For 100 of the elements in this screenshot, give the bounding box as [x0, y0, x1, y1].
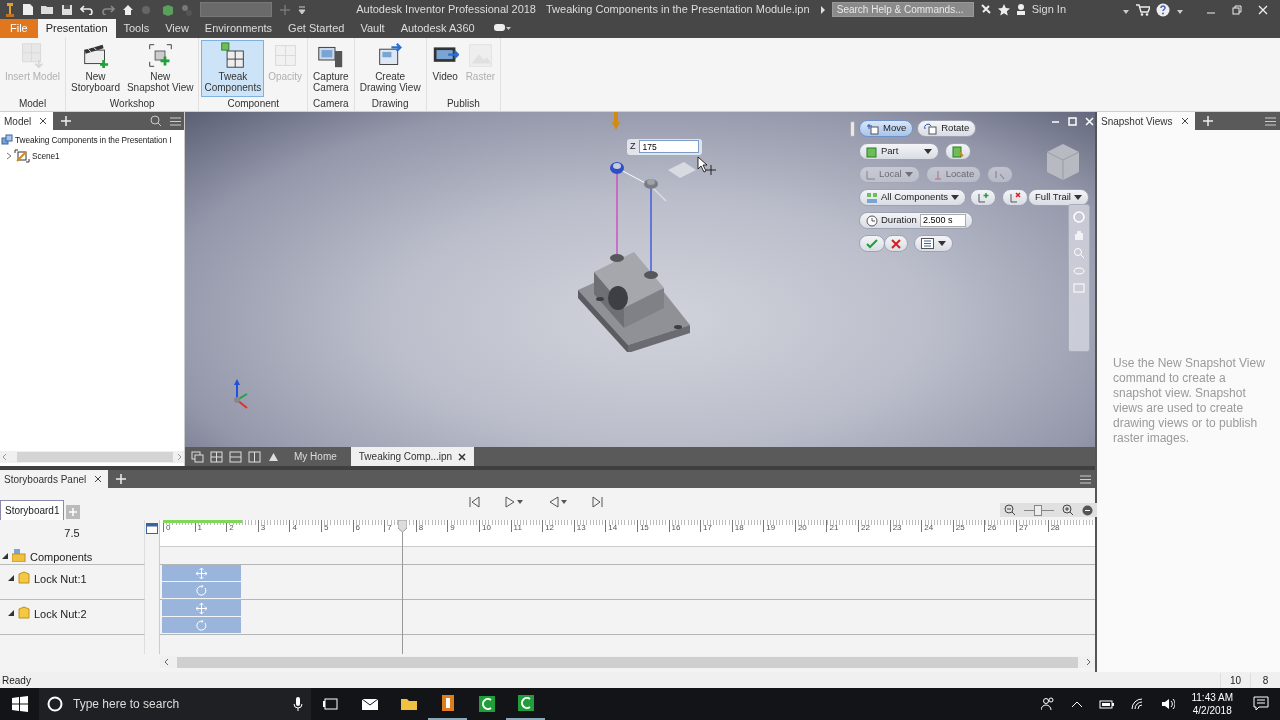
scrollbar-thumb[interactable] [177, 656, 1078, 668]
search-icon[interactable] [150, 115, 162, 127]
mode-button[interactable]: Move [859, 120, 914, 137]
search-field[interactable]: Type here to search [71, 694, 285, 714]
track-label[interactable]: Lock Nut:2 [34, 606, 87, 623]
time-ruler[interactable]: 0 1 2 3 4 5 6 7 8 9 10 11 12 13 14 15 16 17 18 19 20 21 22 23 24 25 26 27 28 [160, 520, 1095, 546]
cortana-icon[interactable] [47, 696, 63, 712]
volume-icon[interactable] [1161, 698, 1176, 710]
ribbon-tab[interactable]: Vault [352, 19, 393, 38]
help-icon[interactable] [1156, 2, 1170, 17]
ribbon-button[interactable]: Tweak Components [201, 40, 265, 97]
ribbon-button[interactable]: Video [428, 40, 462, 97]
ribbon-button[interactable]: New Snapshot View [123, 40, 197, 97]
mail-icon[interactable] [361, 696, 378, 712]
people-icon[interactable] [1041, 697, 1056, 711]
scroll-left-icon[interactable] [164, 658, 169, 666]
delete-trail-button[interactable] [1002, 189, 1029, 206]
scroll-right-icon[interactable] [1086, 658, 1091, 666]
folder-icon[interactable] [400, 696, 417, 712]
scrollbar-thumb[interactable] [17, 452, 173, 462]
ok-button[interactable] [859, 235, 885, 252]
app-icon[interactable] [478, 696, 495, 712]
calendar-icon[interactable] [146, 522, 158, 534]
cart-icon[interactable] [1136, 3, 1150, 16]
save-icon[interactable] [61, 3, 73, 16]
star-icon[interactable] [997, 3, 1010, 16]
caret-up-icon[interactable] [1071, 700, 1084, 708]
playhead-handle-icon[interactable] [398, 520, 407, 532]
collapse-icon[interactable] [1082, 504, 1093, 516]
ribbon-tab[interactable]: Environments [196, 19, 281, 38]
duration-control[interactable]: Duration 2.500 s [859, 212, 973, 229]
ribbon-button[interactable]: Capture Camera [310, 40, 352, 97]
arrange-up-icon[interactable] [267, 450, 280, 463]
zoom-in-icon[interactable] [1062, 504, 1074, 516]
menu-icon[interactable] [170, 116, 181, 126]
toggle-icon[interactable] [492, 23, 511, 33]
zoom-out-icon[interactable] [1004, 504, 1016, 516]
collapse-arrow-icon[interactable] [8, 610, 14, 616]
app-icon[interactable] [517, 695, 534, 711]
track-label[interactable]: Lock Nut:1 [34, 571, 87, 588]
ribbon-button[interactable]: New Storyboard [68, 40, 123, 97]
components-dropdown[interactable]: All Components [859, 189, 967, 206]
reverse-play-icon[interactable] [548, 496, 568, 508]
ribbon-tab[interactable]: Tools [115, 19, 158, 38]
cascade-icon[interactable] [191, 450, 204, 463]
task-view-icon[interactable] [322, 696, 339, 712]
ribbon-tab[interactable]: View [157, 19, 197, 38]
clock-time[interactable]: 11:43 AM [1191, 691, 1233, 704]
clock-date[interactable]: 4/2/2018 [1191, 704, 1233, 717]
collapse-arrow-icon[interactable] [8, 575, 14, 581]
expand-arrow-icon[interactable] [819, 5, 826, 14]
ribbon-tab[interactable]: Presentation [37, 19, 116, 38]
duration-field[interactable]: 2.500 s [919, 214, 966, 227]
cube-icon[interactable] [162, 3, 174, 16]
app-logo-icon[interactable] [4, 1, 16, 18]
add-trail-button[interactable] [970, 189, 997, 206]
restore-icon[interactable] [1232, 4, 1242, 15]
tree-item[interactable]: Scene1 [32, 149, 60, 163]
skip-end-icon[interactable] [592, 496, 604, 508]
document-tab[interactable]: My Home [286, 447, 345, 466]
toolbar-grip[interactable] [850, 120, 855, 137]
collapse-arrow-icon[interactable] [2, 553, 8, 559]
slider-thumb[interactable] [1033, 504, 1042, 516]
close-icon[interactable] [94, 475, 103, 483]
selection-dropdown[interactable]: Part [859, 143, 939, 160]
dropdown-icon[interactable] [298, 4, 306, 15]
menu-icon[interactable] [1080, 474, 1091, 484]
z-value-field[interactable]: 175 [638, 140, 699, 154]
folder-icon[interactable] [41, 4, 54, 15]
close-icon[interactable] [39, 117, 48, 125]
battery-icon[interactable] [1099, 699, 1116, 709]
select-button[interactable] [945, 143, 971, 160]
ribbon-tab[interactable]: Get Started [280, 19, 353, 38]
home-icon[interactable] [122, 3, 134, 16]
mode-button[interactable]: Rotate [917, 120, 977, 137]
ribbon-tab[interactable]: Autodesk A360 [392, 19, 483, 38]
track-label[interactable]: Components [30, 549, 93, 566]
tile-icon[interactable] [210, 450, 223, 463]
skip-start-icon[interactable] [468, 496, 480, 508]
inventor-icon[interactable] [439, 695, 456, 711]
play-icon[interactable] [504, 496, 524, 508]
close-icon[interactable] [458, 452, 467, 461]
close-icon[interactable] [1180, 117, 1189, 125]
sign-in-link[interactable]: Sign In [1031, 1, 1066, 18]
tile-vertical-icon[interactable] [248, 450, 261, 463]
ribbon-button[interactable]: Create Drawing View [356, 40, 424, 97]
redo-icon[interactable] [101, 4, 115, 15]
tree-item[interactable]: Tweaking Components in the Presentation I [15, 133, 172, 147]
search-field[interactable]: Search Help & Commands... [831, 2, 974, 17]
tile-horizontal-icon[interactable] [229, 450, 242, 463]
trail-dropdown[interactable]: Full Trail [1028, 189, 1089, 206]
taskbar-search-box[interactable]: Type here to search [39, 688, 311, 720]
options-dropdown[interactable] [914, 235, 953, 252]
storyboard-tab[interactable]: Storyboard1 [0, 500, 65, 520]
new-file-icon[interactable] [22, 3, 34, 16]
undo-icon[interactable] [80, 4, 94, 15]
cancel-button[interactable] [884, 235, 908, 252]
menu-icon[interactable] [1265, 116, 1276, 126]
maximize-icon[interactable] [1068, 117, 1077, 126]
document-tab[interactable]: Tweaking Comp...ipn [350, 447, 475, 466]
